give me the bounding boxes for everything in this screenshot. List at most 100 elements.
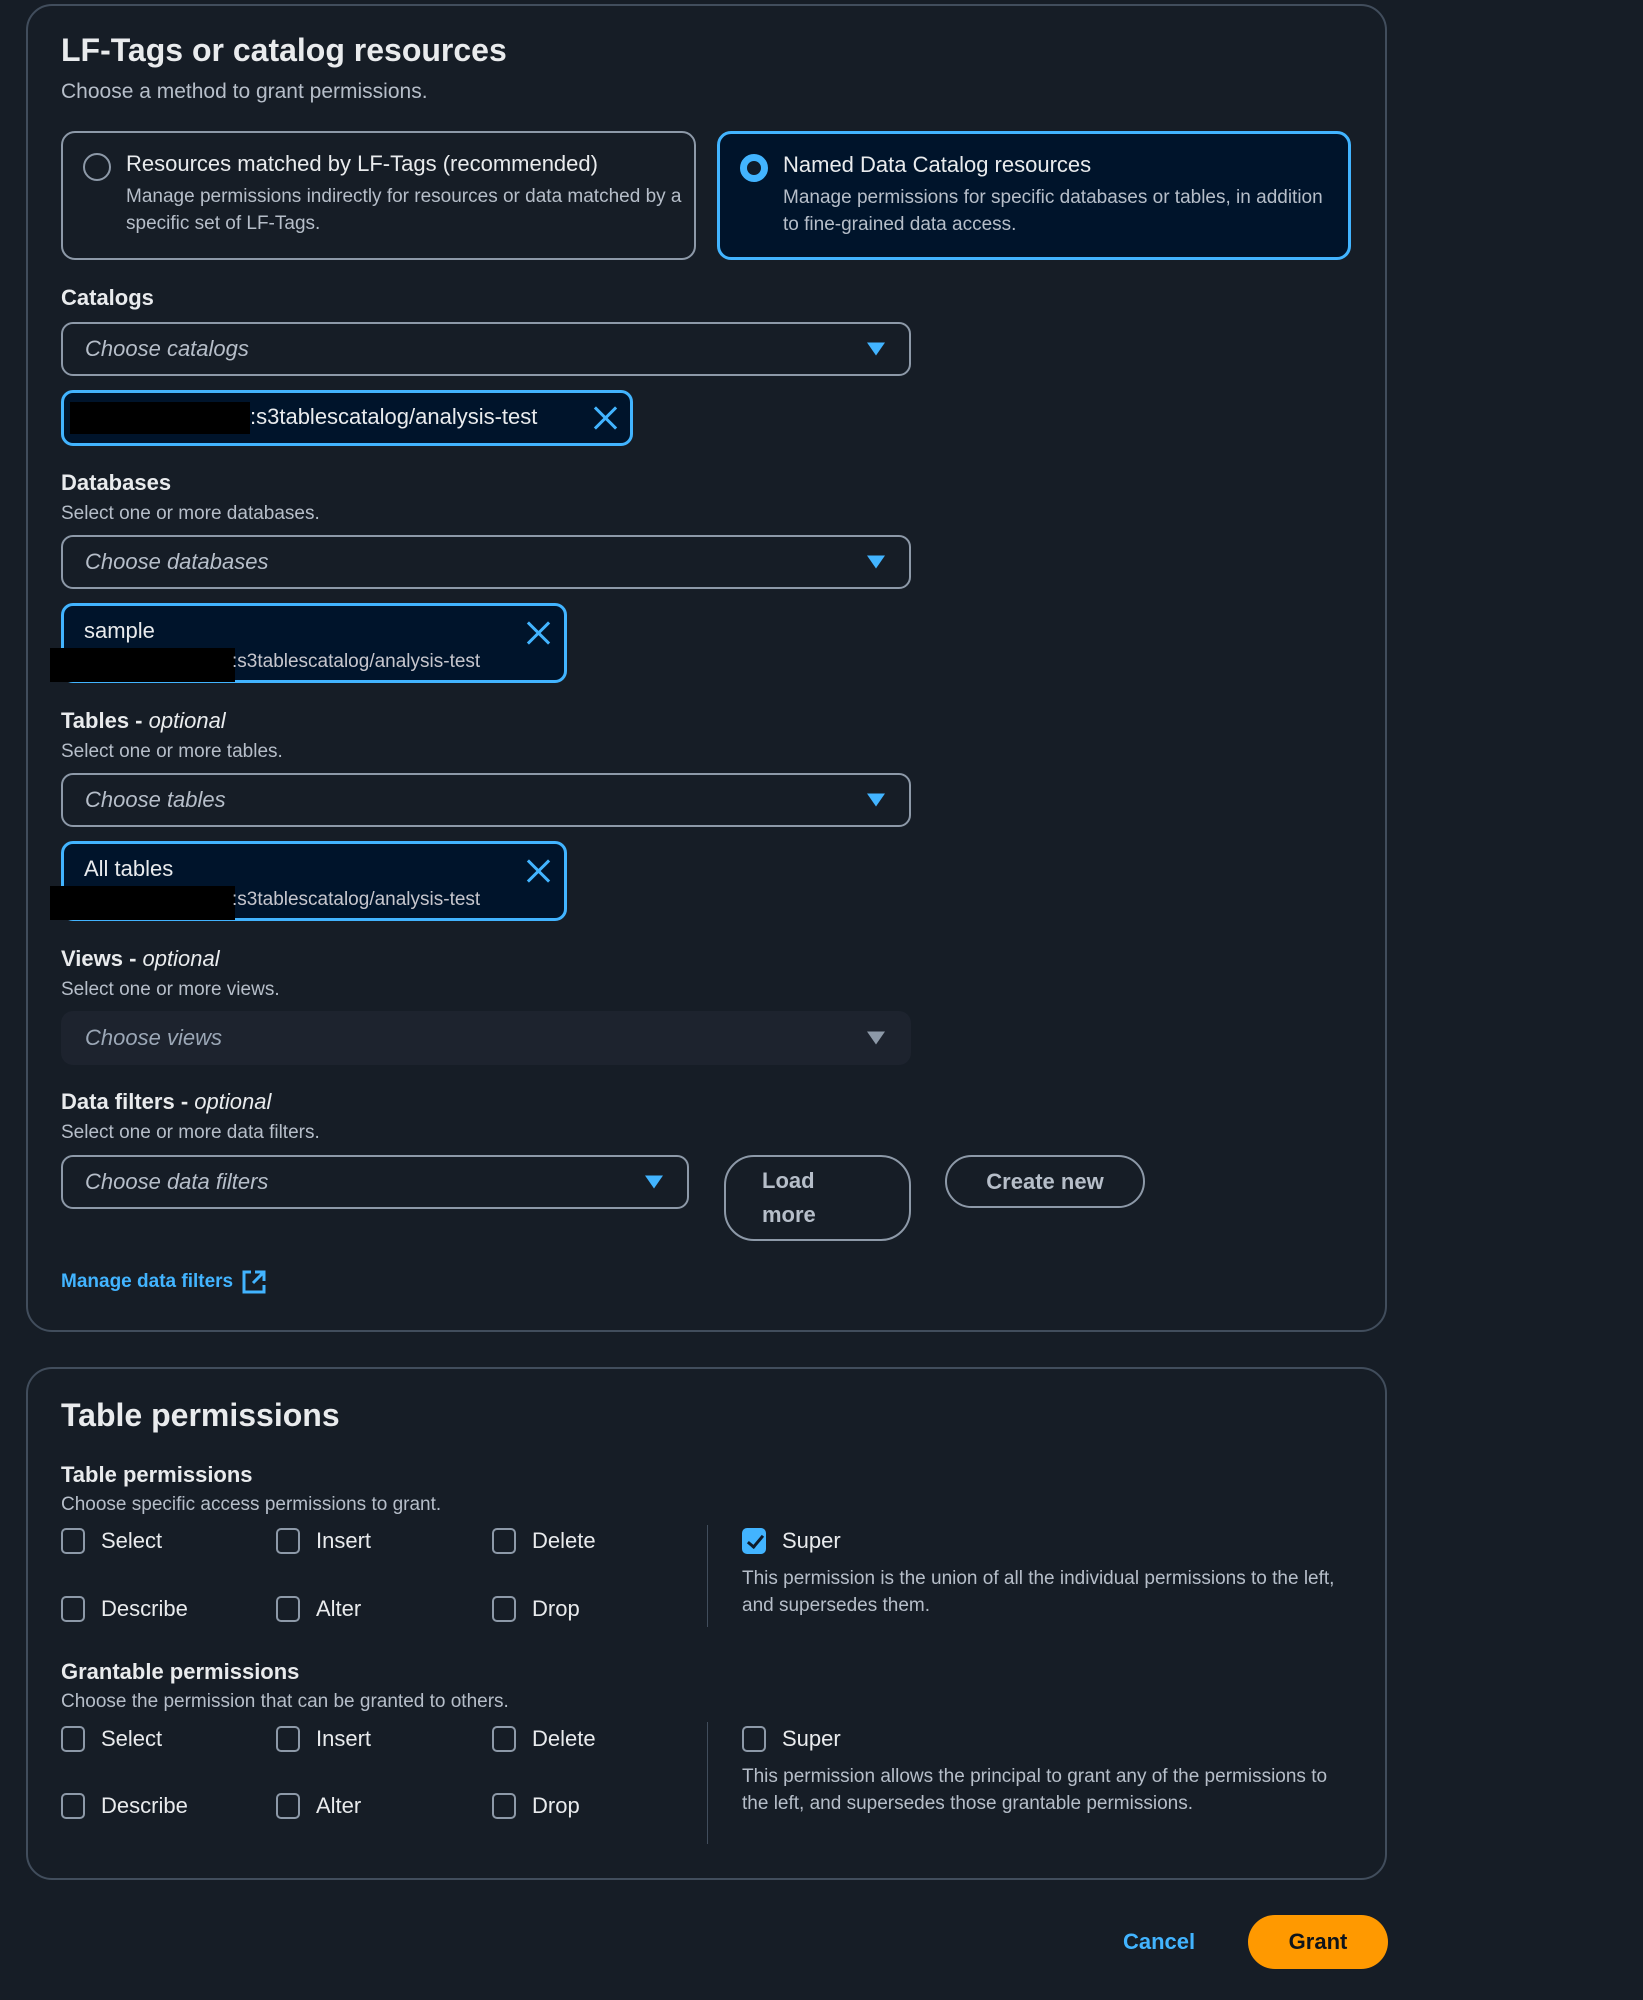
views-placeholder: Choose views [85, 1025, 222, 1050]
checkbox-label: Insert [316, 1726, 372, 1751]
checkbox[interactable] [61, 1528, 85, 1554]
radio-lf-tags[interactable] [83, 153, 111, 181]
manage-data-filters-text[interactable]: Manage data filters [61, 1271, 233, 1293]
table-perm-super[interactable]: Super [742, 1528, 841, 1554]
checkbox[interactable] [276, 1528, 300, 1554]
grantable-perm-delete[interactable]: Delete [492, 1726, 596, 1752]
databases-placeholder: Choose databases [85, 549, 269, 574]
checkbox[interactable] [61, 1726, 85, 1752]
checkbox-label: Describe [101, 1793, 188, 1818]
databases-hint: Select one or more databases. [61, 503, 320, 524]
grantable-permissions-label: Grantable permissions [61, 1659, 300, 1684]
table-perm-delete[interactable]: Delete [492, 1528, 596, 1554]
database-token-name: sample [84, 618, 155, 643]
checkbox-checked[interactable] [742, 1528, 766, 1554]
checkbox[interactable] [742, 1726, 766, 1752]
checkbox-label: Insert [316, 1528, 372, 1553]
load-more-label: Load more [762, 1168, 816, 1227]
table-permissions-label: Table permissions [61, 1462, 253, 1487]
tables-select[interactable]: Choose tables [61, 773, 911, 827]
method-option-named-resources[interactable]: Named Data Catalog resources Manage perm… [717, 131, 1351, 260]
tables-label: Tables - optional [61, 708, 226, 733]
permissions-divider [707, 1525, 708, 1627]
data-filters-label: Data filters - optional [61, 1089, 272, 1114]
checkbox[interactable] [276, 1596, 300, 1622]
table-token: All tables :s3tablescatalog/analysis-tes… [50, 841, 567, 921]
grant-button[interactable]: Grant [1248, 1915, 1388, 1969]
method-option-description: Manage permissions for specific database… [783, 187, 1323, 235]
databases-select[interactable]: Choose databases [61, 535, 911, 589]
create-new-button[interactable]: Create new [945, 1155, 1145, 1208]
catalog-token: :s3tablescatalog/analysis-test [61, 390, 633, 446]
table-perm-describe[interactable]: Describe [61, 1596, 188, 1622]
data-filters-select[interactable]: Choose data filters [61, 1155, 689, 1209]
redacted-account-id [50, 648, 235, 682]
checkbox-label: Select [101, 1726, 163, 1751]
table-perm-select[interactable]: Select [61, 1528, 162, 1554]
optional-tag: optional [194, 1089, 272, 1114]
databases-label: Databases [61, 470, 172, 495]
catalog-token-name: :s3tablescatalog/analysis-test [250, 404, 538, 429]
method-option-lf-tags[interactable]: Resources matched by LF-Tags (recommende… [61, 131, 696, 260]
radio-named-resources[interactable] [740, 154, 768, 182]
remove-table-token-close-icon[interactable] [525, 858, 551, 884]
table-permissions-hint: Choose specific access permissions to gr… [61, 1494, 442, 1515]
catalogs-placeholder: Choose catalogs [85, 336, 249, 361]
tables-label-text: Tables [61, 708, 130, 733]
checkbox-label: Drop [532, 1596, 580, 1621]
tables-placeholder: Choose tables [85, 787, 226, 812]
permissions-panel-title: Table permissions [61, 1397, 340, 1433]
caret-down-icon [645, 1175, 663, 1189]
remove-database-token-close-icon[interactable] [525, 620, 551, 646]
checkbox[interactable] [492, 1793, 516, 1819]
grantable-perm-super[interactable]: Super [742, 1726, 841, 1752]
checkbox[interactable] [61, 1596, 85, 1622]
caret-down-icon [867, 342, 885, 356]
grantable-perm-select[interactable]: Select [61, 1726, 162, 1752]
data-filters-hint: Select one or more data filters. [61, 1122, 320, 1143]
checkbox[interactable] [492, 1596, 516, 1622]
table-perm-insert[interactable]: Insert [276, 1528, 371, 1554]
grantable-perm-drop[interactable]: Drop [492, 1793, 580, 1819]
checkbox[interactable] [61, 1793, 85, 1819]
grantable-perm-describe[interactable]: Describe [61, 1793, 188, 1819]
checkbox-label: Super [782, 1726, 841, 1751]
checkbox-label: Alter [316, 1793, 362, 1818]
grant-label: Grant [1288, 1929, 1348, 1954]
table-perm-alter[interactable]: Alter [276, 1596, 361, 1622]
redacted-account-id [70, 402, 250, 434]
manage-data-filters-link[interactable]: Manage data filters [61, 1269, 267, 1295]
checkbox[interactable] [276, 1726, 300, 1752]
remove-catalog-token-close-icon[interactable] [592, 405, 618, 431]
load-more-button[interactable]: Load more [724, 1155, 911, 1241]
table-perm-drop[interactable]: Drop [492, 1596, 580, 1622]
cancel-button[interactable]: Cancel [1123, 1929, 1195, 1955]
database-token: sample :s3tablescatalog/analysis-test [50, 603, 567, 683]
caret-down-icon [867, 555, 885, 569]
grantable-perm-alter[interactable]: Alter [276, 1793, 361, 1819]
grantable-perm-insert[interactable]: Insert [276, 1726, 371, 1752]
grantable-divider [707, 1722, 708, 1844]
views-label: Views - optional [61, 946, 220, 971]
data-filters-placeholder: Choose data filters [85, 1169, 269, 1194]
super-description: This permission is the union of all the … [742, 1568, 1335, 1616]
method-option-title: Named Data Catalog resources [783, 152, 1092, 177]
views-label-text: Views [61, 946, 123, 971]
table-token-subtitle: :s3tablescatalog/analysis-test [232, 889, 481, 910]
caret-down-icon [867, 1031, 885, 1045]
optional-tag: optional [142, 946, 220, 971]
checkbox-label: Describe [101, 1596, 188, 1621]
grantable-super-description: This permission allows the principal to … [742, 1766, 1328, 1814]
catalogs-select[interactable]: Choose catalogs [61, 322, 911, 376]
checkbox[interactable] [492, 1528, 516, 1554]
resources-panel-description: Choose a method to grant permissions. [61, 80, 428, 103]
method-option-description: Manage permissions indirectly for resour… [126, 186, 682, 234]
caret-down-icon [867, 793, 885, 807]
redacted-account-id [50, 886, 235, 920]
checkbox[interactable] [492, 1726, 516, 1752]
checkbox-label: Delete [532, 1726, 596, 1751]
checkbox-label: Drop [532, 1793, 580, 1818]
checkbox[interactable] [276, 1793, 300, 1819]
resources-panel-title: LF-Tags or catalog resources [61, 32, 507, 68]
optional-tag: optional [148, 708, 226, 733]
